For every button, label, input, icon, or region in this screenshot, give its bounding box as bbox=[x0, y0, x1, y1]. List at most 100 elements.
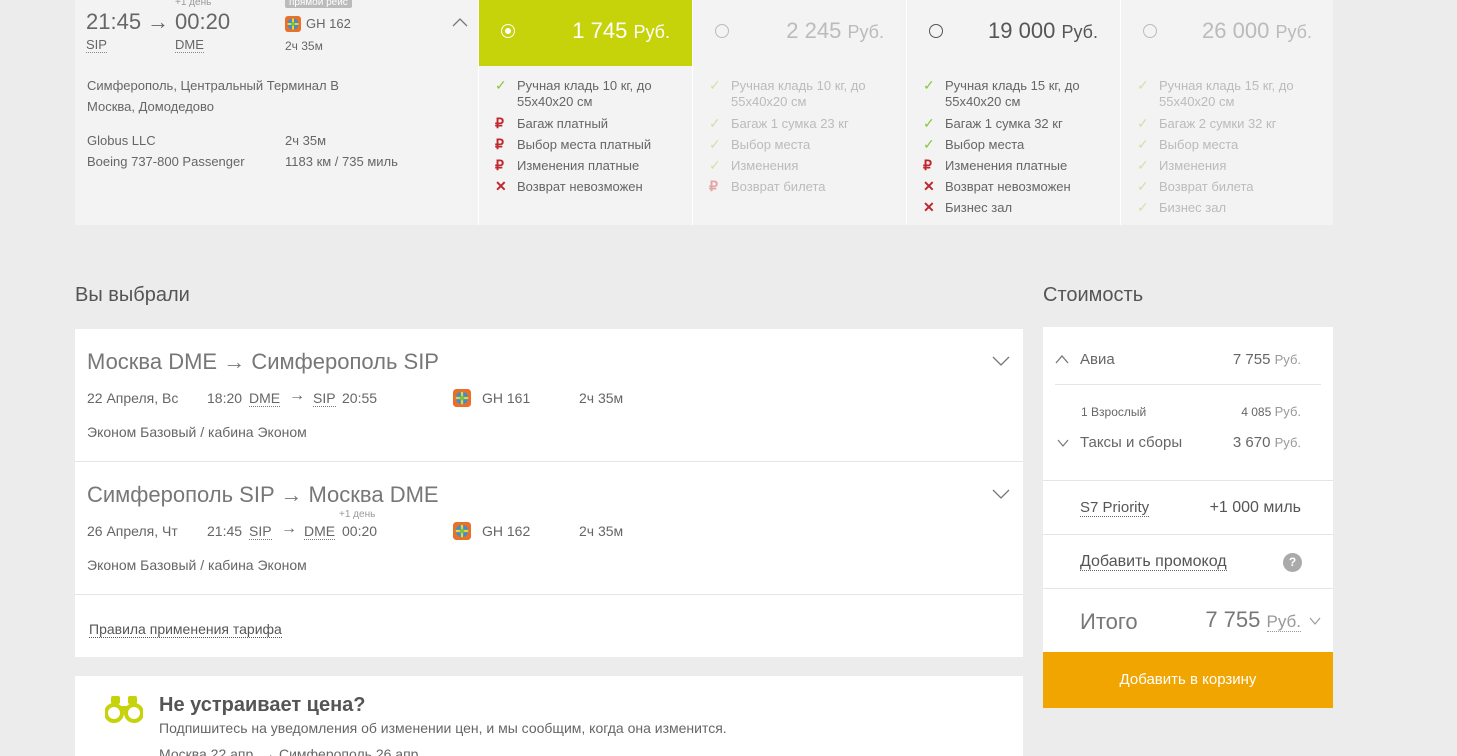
adult-value: 4 085 Руб. bbox=[1241, 404, 1301, 419]
collapse-chevron-up-icon[interactable] bbox=[452, 14, 468, 30]
tariff-feature-text: Бизнес зал bbox=[1159, 200, 1227, 215]
tariff-feature: ✓ Ручная кладь 15 кг, до 55x40x20 см bbox=[1137, 78, 1327, 110]
binoculars-icon bbox=[105, 696, 143, 723]
fare-rules-link[interactable]: Правила применения тарифа bbox=[89, 621, 282, 638]
currency-label: Руб. bbox=[1274, 435, 1301, 450]
flight-leg: Москва DME → Симферополь SIP 22 Апреля, … bbox=[75, 329, 1023, 462]
currency-label: Руб. bbox=[1274, 404, 1301, 419]
tariff-radio[interactable] bbox=[929, 24, 943, 38]
leg-route-title: Москва DME → Симферополь SIP bbox=[87, 349, 439, 374]
tariff-feature: ✓ Ручная кладь 15 кг, до 55x40x20 см bbox=[923, 78, 1113, 110]
tariff-header[interactable]: 1 745 Руб. bbox=[479, 0, 692, 66]
leg-departure-code[interactable]: DME bbox=[249, 390, 281, 407]
tariff-feature: ✕ Возврат невозможен bbox=[495, 179, 685, 195]
leg-route-title: Симферополь SIP → Москва DME bbox=[87, 482, 439, 507]
leg-arrival-code[interactable]: DME bbox=[304, 523, 336, 540]
taxes-label[interactable]: Таксы и сборы bbox=[1080, 434, 1182, 451]
leg-arrival-code[interactable]: SIP bbox=[313, 390, 336, 407]
airline-logo-icon bbox=[453, 389, 471, 407]
tariff-feature-text: Возврат билета bbox=[731, 179, 826, 194]
check-icon: ✓ bbox=[1137, 199, 1149, 215]
tariff-currency: Руб. bbox=[1275, 22, 1312, 42]
tariff-currency: Руб. bbox=[1061, 22, 1098, 42]
tariff-option[interactable]: 19 000 Руб. ✓ Ручная кладь 15 кг, до 55x40… bbox=[906, 0, 1120, 225]
tariff-feature: ₽ Изменения платные bbox=[495, 158, 685, 174]
cross-icon: ✕ bbox=[923, 199, 935, 215]
tariff-header[interactable]: 26 000 Руб. bbox=[1121, 0, 1334, 66]
tariff-header[interactable]: 19 000 Руб. bbox=[907, 0, 1120, 66]
tariff-feature: ✕ Возврат невозможен bbox=[923, 179, 1113, 195]
check-icon: ✓ bbox=[1137, 136, 1149, 152]
tariff-radio[interactable] bbox=[501, 24, 515, 38]
selected-section-title: Вы выбрали bbox=[75, 284, 190, 306]
leg-departure-code[interactable]: SIP bbox=[249, 523, 272, 540]
airline-logo-icon bbox=[285, 16, 301, 32]
cross-icon: ✕ bbox=[923, 178, 935, 194]
add-to-cart-button[interactable]: Добавить в корзину bbox=[1043, 652, 1333, 708]
tariff-feature-text: Багаж платный bbox=[517, 116, 609, 131]
tariff-currency: Руб. bbox=[633, 22, 670, 42]
tariff-feature-text: Выбор места платный bbox=[517, 137, 652, 152]
tariff-price-value: 1 745 bbox=[572, 18, 628, 43]
flight-leg: Симферополь SIP → Москва DME 26 Апреля, … bbox=[75, 462, 1023, 595]
arrival-code[interactable]: DME bbox=[175, 38, 204, 53]
aircraft-type: Boeing 737-800 Passenger bbox=[87, 154, 245, 169]
tariff-option[interactable]: 2 245 Руб. ✓ Ручная кладь 10 кг, до 55x40x… bbox=[692, 0, 906, 225]
adult-amount: 4 085 bbox=[1241, 405, 1272, 419]
tariff-option[interactable]: 26 000 Руб. ✓ Ручная кладь 15 кг, до 55x40… bbox=[1120, 0, 1334, 225]
leg-arrival-time: 20:55 bbox=[342, 390, 378, 406]
help-icon[interactable]: ? bbox=[1283, 553, 1302, 572]
check-icon: ✓ bbox=[923, 77, 935, 93]
ruble-icon: ₽ bbox=[495, 136, 504, 152]
s7-priority-link[interactable]: S7 Priority bbox=[1080, 499, 1150, 517]
tariff-feature-text: Ручная кладь 10 кг, до 55x40x20 см bbox=[731, 78, 866, 109]
tariff-feature: ✓ Изменения bbox=[709, 158, 899, 174]
flight-duration: 2ч 35м bbox=[285, 39, 323, 53]
flight-card: 21:45 → +1 день 00:20 SIP DME прямой рей… bbox=[75, 0, 1333, 225]
check-icon: ✓ bbox=[709, 77, 721, 93]
tariff-price-value: 2 245 bbox=[786, 18, 842, 43]
tariff-feature: ₽ Изменения платные bbox=[923, 158, 1113, 174]
direct-flight-badge: прямой рейс bbox=[285, 0, 352, 8]
tariff-price: 19 000 Руб. bbox=[988, 18, 1098, 44]
departure-code[interactable]: SIP bbox=[86, 38, 107, 53]
tariff-feature-text: Ручная кладь 15 кг, до 55x40x20 см bbox=[945, 78, 1080, 109]
tariff-feature-text: Возврат невозможен bbox=[945, 179, 1071, 194]
leg-arrow: → bbox=[281, 520, 297, 537]
tariff-feature-text: Изменения платные bbox=[517, 158, 640, 173]
expand-chevron-down-icon[interactable] bbox=[1309, 617, 1321, 625]
price-alert-route[interactable]: Москва 22 апр. → Симферополь 26 апр. bbox=[159, 746, 422, 756]
tariff-feature: ✓ Багаж 2 сумки 32 кг bbox=[1137, 116, 1327, 132]
collapse-chevron-up-icon[interactable] bbox=[1055, 354, 1069, 364]
next-day-label: +1 день bbox=[339, 509, 376, 520]
leg-flight-number: GH 162 bbox=[482, 523, 531, 539]
carrier-duration: 2ч 35м bbox=[285, 133, 327, 148]
tariff-radio[interactable] bbox=[1143, 24, 1157, 38]
cost-panel: Авиа 7 755 Руб. 1 Взрослый 4 085 Руб. Та… bbox=[1043, 327, 1333, 652]
avia-label[interactable]: Авиа bbox=[1080, 351, 1115, 368]
tariff-feature: ✓ Выбор места bbox=[709, 137, 899, 153]
expand-chevron-down-icon[interactable] bbox=[1057, 439, 1069, 447]
tariff-header[interactable]: 2 245 Руб. bbox=[693, 0, 906, 66]
add-promo-link[interactable]: Добавить промокод bbox=[1080, 553, 1227, 571]
tariff-feature: ✓ Багаж 1 сумка 32 кг bbox=[923, 116, 1113, 132]
check-icon: ✓ bbox=[1137, 115, 1149, 131]
tariff-price: 1 745 Руб. bbox=[572, 18, 670, 44]
check-icon: ✓ bbox=[709, 115, 721, 131]
divider bbox=[1043, 534, 1333, 535]
carrier-name: Globus LLC bbox=[87, 133, 156, 148]
tariff-price: 26 000 Руб. bbox=[1202, 18, 1312, 44]
divider bbox=[1043, 480, 1333, 481]
tariff-option[interactable]: 1 745 Руб. ✓ Ручная кладь 10 кг, до 55x40x… bbox=[478, 0, 692, 225]
currency-label: Руб. bbox=[1274, 352, 1301, 367]
tariff-feature: ✓ Ручная кладь 10 кг, до 55x40x20 см bbox=[709, 78, 899, 110]
total-label: Итого bbox=[1080, 609, 1138, 634]
expand-chevron-down-icon[interactable] bbox=[992, 488, 1010, 500]
total-amount: 7 755 bbox=[1205, 607, 1261, 632]
expand-chevron-down-icon[interactable] bbox=[992, 355, 1010, 367]
ruble-icon: ₽ bbox=[923, 157, 932, 173]
check-icon: ✓ bbox=[1137, 157, 1149, 173]
check-icon: ✓ bbox=[709, 157, 721, 173]
arrival-time: 00:20 bbox=[175, 9, 231, 34]
tariff-radio[interactable] bbox=[715, 24, 729, 38]
